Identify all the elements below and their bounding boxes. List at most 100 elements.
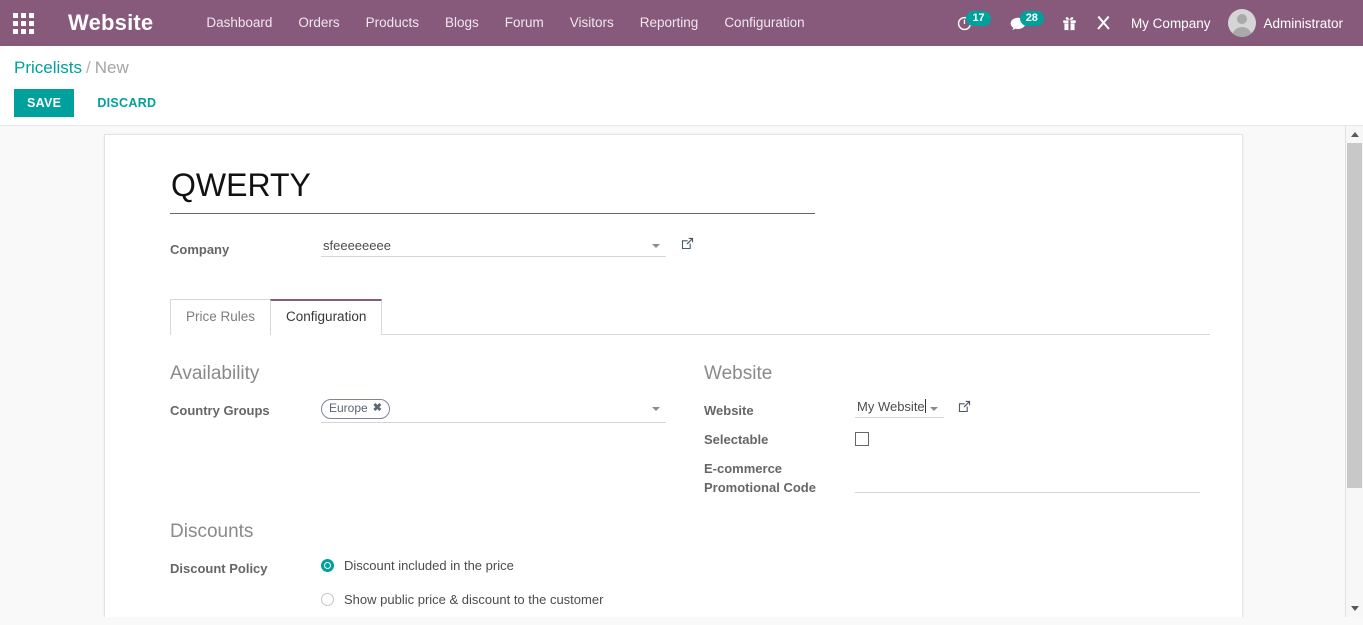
company-field-cell: [321, 236, 694, 259]
top-navbar: Website Dashboard Orders Products Blogs …: [0, 0, 1363, 46]
navbar-right-section: 17 28 My Company Admini: [947, 0, 1363, 46]
promo-code-label: E-commerce Promotional Code: [704, 453, 855, 501]
breadcrumb: Pricelists/New: [14, 57, 1363, 79]
company-label: Company: [170, 236, 321, 259]
chevron-up-icon: [1351, 132, 1359, 137]
messages-button[interactable]: 28: [1000, 0, 1053, 46]
website-fields: Website My Website: [704, 395, 1200, 501]
menu-item-orders[interactable]: Orders: [285, 0, 352, 46]
left-column: Availability Country Groups Europe: [137, 361, 671, 613]
avatar-icon: [1228, 9, 1256, 37]
scroll-up-button[interactable]: [1346, 126, 1363, 143]
user-menu[interactable]: Administrator: [1220, 9, 1353, 37]
close-x-icon[interactable]: ✖: [373, 401, 382, 416]
country-groups-cell: Europe ✖: [321, 395, 666, 427]
chevron-down-icon: [1351, 606, 1359, 611]
company-input[interactable]: [321, 236, 666, 257]
external-link-icon: [958, 400, 971, 413]
control-panel: Pricelists/New SAVE DISCARD: [0, 46, 1363, 126]
activities-button[interactable]: 17: [947, 0, 999, 46]
caret-down-icon[interactable]: [652, 244, 660, 248]
menu-item-configuration[interactable]: Configuration: [711, 0, 817, 46]
website-external-link-button[interactable]: [958, 400, 971, 416]
discounts-group-title: Discounts: [170, 519, 671, 545]
external-link-icon: [681, 237, 694, 250]
form-sheet: Company: [104, 134, 1243, 617]
right-column: Website Website My Website: [671, 361, 1205, 613]
promo-code-input[interactable]: [855, 473, 1200, 493]
tag-europe[interactable]: Europe ✖: [321, 399, 390, 419]
discount-policy-label: Discount Policy: [170, 553, 321, 613]
menu-item-products[interactable]: Products: [353, 0, 432, 46]
text-cursor: [925, 399, 926, 413]
breadcrumb-current: New: [95, 58, 129, 77]
website-field-row: Website My Website: [704, 395, 1200, 424]
discard-button[interactable]: DISCARD: [84, 89, 169, 117]
apps-grid-icon: [13, 13, 34, 34]
gift-icon: [1062, 15, 1077, 31]
menu-item-blogs[interactable]: Blogs: [432, 0, 492, 46]
two-column-layout: Availability Country Groups Europe: [137, 361, 1210, 613]
country-groups-tags-input[interactable]: Europe ✖: [321, 399, 666, 423]
company-switcher[interactable]: My Company: [1121, 16, 1221, 31]
discount-policy-row: Discount Policy Discount included in the…: [170, 553, 603, 613]
discount-policy-options: Discount included in the price Show publ…: [321, 553, 603, 613]
tag-europe-label: Europe: [329, 401, 368, 416]
radio-show-public-price-label: Show public price & discount to the cust…: [344, 591, 603, 609]
tools-button[interactable]: [1086, 0, 1121, 46]
vertical-scrollbar[interactable]: [1345, 126, 1363, 617]
selectable-checkbox[interactable]: [855, 432, 869, 446]
selectable-field-cell: [855, 424, 1200, 453]
menu-item-visitors[interactable]: Visitors: [557, 0, 627, 46]
radio-discount-included[interactable]: Discount included in the price: [321, 557, 603, 575]
wrench-icon: [1095, 15, 1112, 32]
activities-count-badge: 17: [966, 11, 990, 27]
menu-item-reporting[interactable]: Reporting: [627, 0, 712, 46]
radio-discount-included-icon[interactable]: [321, 559, 334, 572]
breadcrumb-separator: /: [86, 58, 91, 77]
country-groups-row: Country Groups Europe ✖: [170, 395, 666, 427]
tab-price-rules[interactable]: Price Rules: [170, 299, 271, 335]
website-group-title: Website: [704, 361, 1205, 387]
caret-down-icon[interactable]: [652, 407, 660, 411]
radio-show-public-price[interactable]: Show public price & discount to the cust…: [321, 591, 603, 609]
form-notebook-tabs: Price Rules Configuration: [170, 299, 1210, 335]
tab-configuration[interactable]: Configuration: [270, 299, 382, 335]
availability-group-title: Availability: [170, 361, 671, 387]
radio-discount-included-label: Discount included in the price: [344, 557, 514, 575]
main-menu: Dashboard Orders Products Blogs Forum Vi…: [193, 0, 817, 46]
availability-fields: Country Groups Europe ✖: [170, 395, 666, 427]
pricelist-name-input[interactable]: [170, 167, 815, 214]
app-brand-title[interactable]: Website: [68, 10, 153, 36]
selectable-label: Selectable: [704, 424, 855, 453]
messages-count-badge: 28: [1020, 11, 1044, 27]
country-groups-label: Country Groups: [170, 395, 321, 427]
promo-code-field-row: E-commerce Promotional Code: [704, 453, 1200, 501]
website-input-value: My Website: [857, 399, 925, 414]
menu-item-forum[interactable]: Forum: [492, 0, 557, 46]
company-field-row: Company: [170, 236, 694, 259]
caret-down-icon[interactable]: [930, 407, 938, 411]
discounts-fields: Discount Policy Discount included in the…: [170, 553, 603, 613]
apps-menu-button[interactable]: [0, 0, 46, 46]
radio-show-public-price-icon[interactable]: [321, 593, 334, 606]
form-scroll-container: Company: [0, 126, 1363, 617]
company-external-link-button[interactable]: [681, 237, 694, 253]
promo-code-label-line2: Promotional Code: [704, 480, 816, 495]
sheet-wrapper: Company: [0, 126, 1363, 617]
gift-button[interactable]: [1053, 0, 1086, 46]
scroll-down-button[interactable]: [1346, 600, 1363, 617]
menu-item-dashboard[interactable]: Dashboard: [193, 0, 285, 46]
save-button[interactable]: SAVE: [14, 89, 74, 117]
tab-panel-configuration: Availability Country Groups Europe: [137, 335, 1210, 613]
promo-code-label-line1: E-commerce: [704, 461, 782, 476]
header-fields-table: Company: [170, 236, 694, 259]
website-field-cell: My Website: [855, 395, 1200, 424]
promo-code-field-cell: [855, 453, 1200, 501]
scrollbar-thumb[interactable]: [1347, 143, 1362, 488]
selectable-field-row: Selectable: [704, 424, 1200, 453]
breadcrumb-pricelists-link[interactable]: Pricelists: [14, 58, 82, 77]
website-label: Website: [704, 395, 855, 424]
form-action-buttons: SAVE DISCARD: [14, 89, 1363, 117]
user-name-label: Administrator: [1263, 16, 1353, 31]
